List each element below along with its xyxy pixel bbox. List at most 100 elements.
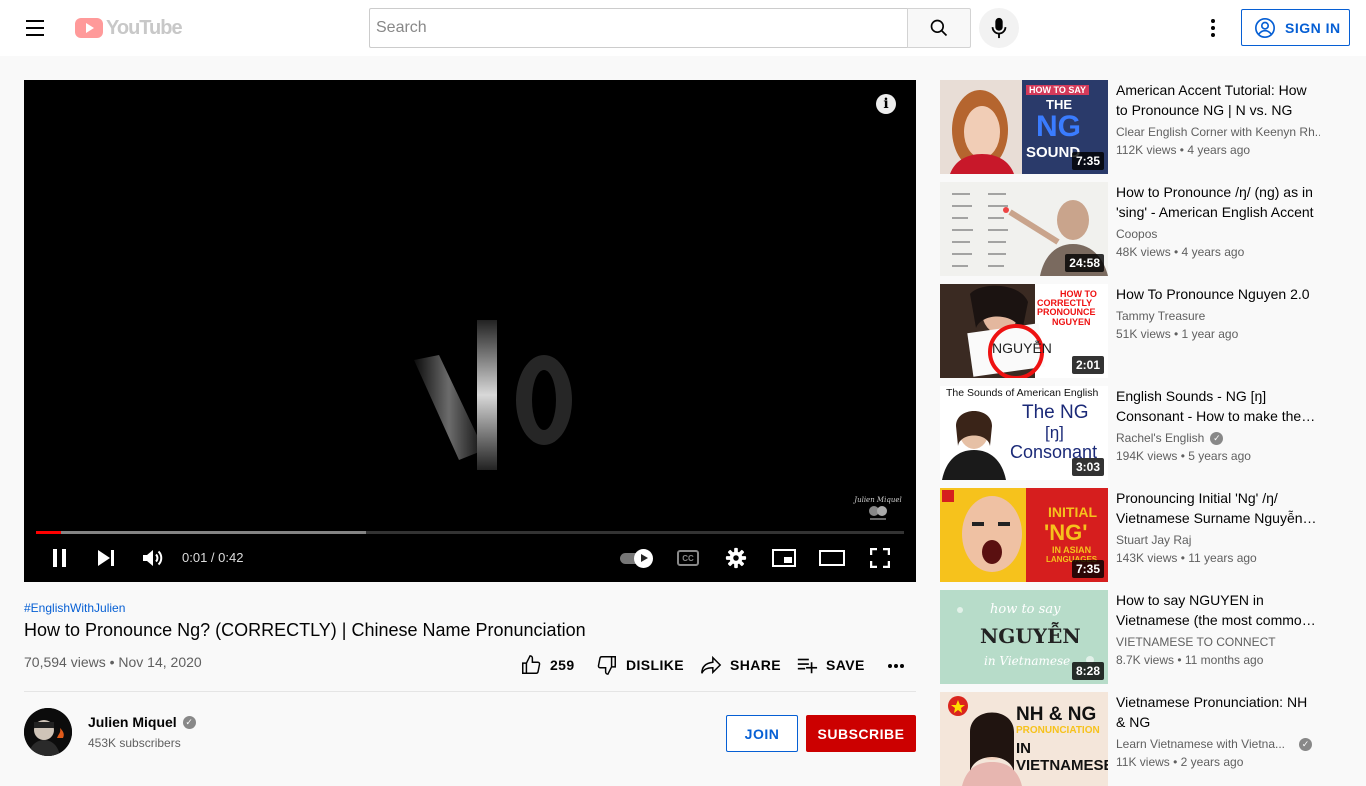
menu-icon[interactable] xyxy=(24,18,48,38)
hashtag-link[interactable]: #EnglishWithJulien xyxy=(24,601,125,615)
thumb-text: PRONUNCIATION xyxy=(1016,725,1100,736)
recommendation-item[interactable]: how to say NGUYỄN in Vietnamese 8:28 How… xyxy=(940,590,1340,684)
share-icon xyxy=(701,655,722,675)
subtitles-button[interactable]: CC xyxy=(674,544,702,572)
autoplay-toggle[interactable] xyxy=(620,549,654,568)
video-thumbnail[interactable]: HOW TO SAY THE NG SOUND 7:35 xyxy=(940,80,1108,174)
thumb-text: PRONOUNCE xyxy=(1037,307,1096,317)
dislike-button[interactable]: DISLIKE xyxy=(596,650,684,680)
more-actions-icon[interactable] xyxy=(886,650,914,680)
gear-icon xyxy=(725,547,747,569)
youtube-logo[interactable]: YouTube xyxy=(75,16,183,40)
next-button[interactable] xyxy=(92,544,120,572)
video-duration: 7:35 xyxy=(1071,152,1104,170)
thumb-text: in Vietnamese xyxy=(984,654,1071,668)
recommendation-item[interactable]: HOW TO SAY THE NG SOUND 7:35 American Ac… xyxy=(940,80,1340,174)
search-button[interactable] xyxy=(907,8,971,48)
recommendation-title[interactable]: American Accent Tutorial: How to Pronoun… xyxy=(1116,80,1320,120)
recommendation-item[interactable]: 24:58 How to Pronounce /ŋ/ (ng) as in 's… xyxy=(940,182,1340,276)
subtitles-icon: CC xyxy=(677,550,699,566)
share-button[interactable]: SHARE xyxy=(700,650,781,680)
recommendation-item[interactable]: The Sounds of American English The NG [ŋ… xyxy=(940,386,1340,480)
channel-avatar[interactable] xyxy=(24,708,72,756)
autoplay-play-icon xyxy=(634,549,653,568)
recommendation-title[interactable]: Vietnamese Pronunciation: NH & NG xyxy=(1116,692,1320,732)
thumbs-down-icon xyxy=(597,656,616,675)
recommendation-meta: 48K views • 4 years ago xyxy=(1116,245,1245,259)
recommendation-meta: 143K views • 11 years ago xyxy=(1116,551,1257,565)
recommendation-channel[interactable]: Stuart Jay Raj xyxy=(1116,533,1320,547)
voice-search-button[interactable] xyxy=(979,8,1019,48)
theater-mode-icon xyxy=(819,550,845,566)
save-label: SAVE xyxy=(826,657,865,673)
youtube-play-icon xyxy=(75,18,103,38)
recommendation-item[interactable]: HOW TO CORRECTLY PRONOUNCE NGUYEN NGUYỄN… xyxy=(940,284,1340,378)
thumb-text: INITIAL xyxy=(1048,504,1097,520)
video-thumbnail[interactable]: INITIAL 'NG' IN ASIAN LANGUAGES 7:35 xyxy=(940,488,1108,582)
video-thumbnail[interactable]: how to say NGUYỄN in Vietnamese 8:28 xyxy=(940,590,1108,684)
channel-name-text: Learn Vietnamese with Vietna... xyxy=(1116,737,1285,751)
thumbs-up-icon xyxy=(522,655,541,674)
settings-button[interactable] xyxy=(722,544,750,572)
top-bar: YouTube SIGN IN xyxy=(0,0,1366,56)
volume-button[interactable] xyxy=(139,544,167,572)
info-icon[interactable]: i xyxy=(876,94,896,114)
thumb-text: NH & NG xyxy=(1016,704,1097,725)
thumb-text: The Sounds of American English xyxy=(946,387,1099,399)
video-player[interactable]: i Julien Miquel 0:01 / 0:42 CC xyxy=(24,80,916,582)
subscribe-button[interactable]: SUBSCRIBE xyxy=(806,715,916,752)
recommendation-meta: 194K views • 5 years ago xyxy=(1116,449,1251,463)
recommendation-meta: 8.7K views • 11 months ago xyxy=(1116,653,1264,667)
recommendation-title[interactable]: How to Pronounce /ŋ/ (ng) as in 'sing' -… xyxy=(1116,182,1320,222)
recommendation-meta: 112K views • 4 years ago xyxy=(1116,143,1251,157)
buffer-bar xyxy=(36,531,366,534)
playlist-add-icon xyxy=(797,658,818,674)
microphone-icon xyxy=(991,17,1007,39)
recommendation-channel[interactable]: Clear English Corner with Keenyn Rh... xyxy=(1116,125,1320,139)
recommendation-item[interactable]: INITIAL 'NG' IN ASIAN LANGUAGES 7:35 Pro… xyxy=(940,488,1340,582)
recommendation-channel[interactable]: VIETNAMESE TO CONNECT xyxy=(1116,635,1320,649)
join-button[interactable]: JOIN xyxy=(726,715,798,752)
video-duration: 24:58 xyxy=(1065,254,1104,272)
dislike-label: DISLIKE xyxy=(626,657,685,673)
recommendation-title[interactable]: English Sounds - NG [ŋ] Consonant - How … xyxy=(1116,386,1320,426)
progress-bar xyxy=(36,531,62,534)
recommendation-channel[interactable]: Tammy Treasure xyxy=(1116,309,1320,323)
seek-bar[interactable] xyxy=(36,531,904,534)
miniplayer-button[interactable] xyxy=(770,544,798,572)
verified-icon: ✓ xyxy=(182,715,196,729)
recommendation-channel[interactable]: Coopos xyxy=(1116,227,1320,241)
like-button[interactable]: 259 xyxy=(520,650,575,680)
video-thumbnail[interactable]: 24:58 xyxy=(940,182,1108,276)
recommendation-title[interactable]: Pronouncing Initial 'Ng' /ŋ/ Vietnamese … xyxy=(1116,488,1320,528)
channel-name[interactable]: Julien Miquel ✓ xyxy=(88,714,196,730)
video-thumbnail[interactable]: NH & NG PRONUNCIATION IN VIETNAMESE xyxy=(940,692,1108,786)
video-thumbnail[interactable]: HOW TO CORRECTLY PRONOUNCE NGUYEN NGUYỄN… xyxy=(940,284,1108,378)
recommendation-title[interactable]: How to say NGUYEN in Vietnamese (the mos… xyxy=(1116,590,1320,630)
divider xyxy=(24,691,916,692)
fullscreen-button[interactable] xyxy=(866,544,894,572)
share-label: SHARE xyxy=(730,657,782,673)
theater-mode-button[interactable] xyxy=(818,544,846,572)
video-thumbnail[interactable]: The Sounds of American English The NG [ŋ… xyxy=(940,386,1108,480)
verified-icon: ✓ xyxy=(1210,431,1224,445)
player-controls: 0:01 / 0:42 CC xyxy=(24,540,916,576)
recommendation-channel[interactable]: Learn Vietnamese with Vietna... ✓ xyxy=(1116,737,1320,751)
logo-text: YouTube xyxy=(106,16,183,39)
sign-in-button[interactable]: SIGN IN xyxy=(1241,9,1350,46)
pause-button[interactable] xyxy=(46,544,74,572)
search-input[interactable] xyxy=(370,9,908,47)
save-button[interactable]: SAVE xyxy=(796,650,865,680)
thumb-text: IN VIETNAMESE xyxy=(1016,740,1108,774)
view-count-date: 70,594 views • Nov 14, 2020 xyxy=(24,654,202,670)
settings-more-icon[interactable] xyxy=(1201,16,1225,40)
video-duration: 8:28 xyxy=(1071,662,1104,680)
channel-watermark-icon: Julien Miquel xyxy=(852,496,902,520)
channel-name-text: Julien Miquel xyxy=(88,714,177,730)
recommendation-item[interactable]: NH & NG PRONUNCIATION IN VIETNAMESE Viet… xyxy=(940,692,1340,786)
thumb-text: NGUYEN xyxy=(1052,317,1091,327)
recommendation-title[interactable]: How To Pronounce Nguyen 2.0 xyxy=(1116,284,1320,304)
volume-icon xyxy=(143,550,163,566)
pause-icon xyxy=(53,549,66,567)
recommendation-channel[interactable]: Rachel's English ✓ xyxy=(1116,431,1320,445)
